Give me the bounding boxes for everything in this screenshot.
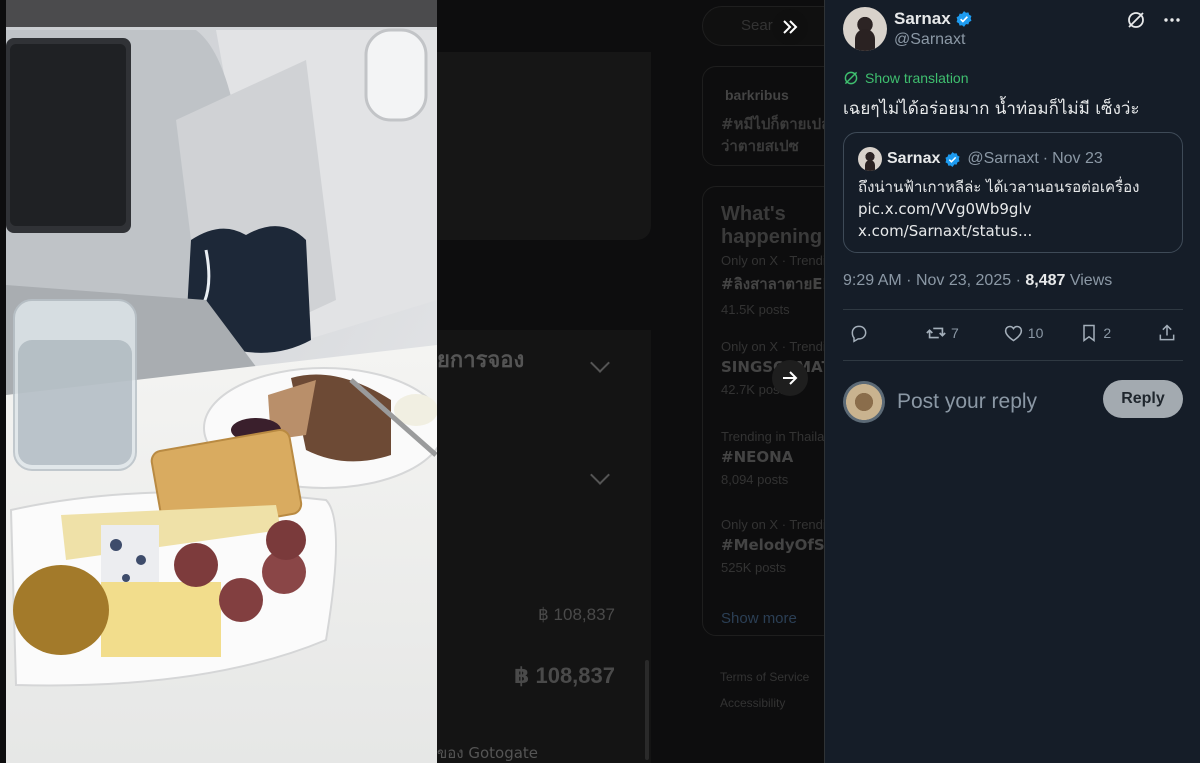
like-action[interactable]: 10 — [1003, 323, 1044, 344]
verified-badge-icon — [945, 151, 960, 167]
quoted-link[interactable]: x.com/Sarnaxt/status... — [858, 220, 1139, 242]
quoted-handle: @Sarnaxt — [967, 150, 1039, 167]
post-actions: 7 10 2 — [843, 322, 1183, 344]
post-date[interactable]: Nov 23, 2025 — [916, 272, 1011, 289]
booking-total-price: ฿ 108,837 — [514, 663, 615, 688]
background-post-line: #หมีไปก็ตายเปล่า — [721, 115, 824, 133]
trend-name: #NEONA — [721, 448, 794, 466]
gotogate-text: ของ Gotogate — [437, 744, 539, 762]
author-handle: @Sarnaxt — [894, 31, 966, 48]
reply-input[interactable]: Post your reply — [897, 390, 1037, 414]
show-translation-label: Show translation — [865, 70, 969, 86]
booking-price: ฿ 108,837 — [538, 605, 615, 624]
trends-heading: What's happening — [721, 203, 823, 248]
background-card — [437, 52, 651, 240]
quoted-post[interactable]: Sarnax @Sarnaxt · Nov 23 ถึงน่านฟ้าเกาหล… — [843, 132, 1183, 253]
post-detail-panel: Sarnax @Sarnaxt Show translation เฉยๆไม่… — [824, 0, 1200, 763]
trend-posts: 41.5K posts — [721, 302, 790, 317]
separator-dot: · — [906, 272, 916, 289]
airline-meal-photo — [6, 0, 437, 763]
media-viewer: ยการจอง ฿ 108,837 ฿ 108,837 ของ Gotogate… — [0, 0, 1200, 763]
post-photo[interactable] — [6, 0, 437, 763]
post-author: Sarnax @Sarnaxt — [843, 7, 973, 51]
reply-composer: Post your reply Reply — [843, 380, 1183, 424]
trend-context: Only on X · Trending — [721, 339, 824, 354]
quoted-date: Nov 23 — [1052, 150, 1103, 167]
expand-button[interactable] — [772, 9, 808, 45]
display-name[interactable]: Sarnax — [894, 8, 973, 30]
display-name-text: Sarnax — [894, 9, 951, 28]
background-post-text: #หมีไปก็ตายเปล่า ว่าตายสเปซ — [721, 113, 824, 157]
scrollbar — [645, 660, 649, 760]
bookmark-count: 2 — [1103, 325, 1112, 341]
background-post-line: ว่าตายสเปซ — [721, 137, 799, 155]
trend-item: Trending in Thailand #NEONA 8,094 posts — [721, 429, 824, 487]
avatar[interactable] — [843, 7, 887, 51]
repost-count: 7 — [951, 325, 959, 341]
grok-icon[interactable] — [1126, 10, 1146, 30]
share-icon — [1159, 324, 1175, 341]
heart-icon — [1004, 325, 1022, 341]
trends-panel: What's happening Only on X · Trending #ล… — [702, 186, 824, 636]
background-post: barkribus #หมีไปก็ตายเปล่า ว่าตายสเปซ — [702, 66, 824, 166]
repost-icon — [926, 327, 946, 339]
reply-button[interactable]: Reply — [1103, 380, 1183, 418]
separator-dot: · — [1015, 272, 1026, 289]
divider — [843, 309, 1183, 310]
trend-context: Trending in Thailand — [721, 429, 824, 444]
background-booking-panel: ยการจอง ฿ 108,837 ฿ 108,837 — [437, 330, 651, 763]
avatar — [858, 147, 882, 171]
footer-link: Accessibility — [720, 696, 786, 710]
double-chevron-right-icon — [783, 20, 798, 34]
reply-icon — [851, 325, 867, 343]
repost-action[interactable]: 7 — [925, 322, 959, 344]
post-time[interactable]: 9:29 AM — [843, 272, 902, 289]
show-translation-link[interactable]: Show translation — [843, 70, 969, 86]
chevron-down-icon — [590, 353, 610, 373]
booking-title: ยการจอง — [437, 348, 525, 373]
divider — [843, 360, 1183, 361]
more-options-icon[interactable] — [1162, 10, 1182, 30]
trend-name: #ลิงสาลาตายEP — [721, 275, 824, 293]
like-count: 10 — [1027, 325, 1044, 341]
author-names: Sarnax @Sarnaxt — [894, 8, 973, 50]
bookmark-action[interactable]: 2 — [1079, 323, 1111, 343]
arrow-right-icon — [783, 371, 798, 385]
quoted-link[interactable]: pic.x.com/VVg0Wb9glv — [858, 198, 1139, 220]
post-meta: 9:29 AM · Nov 23, 2025 · 8,487 Views — [843, 272, 1112, 290]
reply-action[interactable] — [849, 323, 869, 343]
verified-badge-icon — [956, 11, 972, 27]
chevron-down-icon — [590, 465, 610, 485]
footer-link: Terms of Service — [720, 670, 810, 684]
background-post-user: barkribus — [725, 87, 789, 103]
views-count: 8,487 — [1025, 272, 1066, 289]
trend-item: Only on X · Trending #ลิงสาลาตายEP 41.5K… — [721, 253, 824, 317]
trend-item: Only on X · Trending #MelodyOfSoul 525K … — [721, 517, 824, 575]
bookmark-icon — [1083, 324, 1096, 342]
quoted-post-header: Sarnax @Sarnaxt · Nov 23 — [858, 147, 1103, 171]
trend-item: Only on X · Trending SINGSOYMATA 42.7K p… — [721, 339, 824, 397]
trend-posts: 525K posts — [721, 560, 787, 575]
top-actions — [1126, 10, 1182, 30]
trend-context: Only on X · Trending — [721, 517, 824, 532]
trend-context: Only on X · Trending — [721, 253, 824, 268]
translate-icon — [844, 71, 858, 85]
avatar — [843, 381, 885, 423]
next-image-button[interactable] — [772, 360, 808, 396]
post-text: เฉยๆไม่ได้อร่อยมาก น้ำท่อมก็ไม่มี เซ็งว่… — [843, 99, 1140, 119]
views-label: Views — [1069, 272, 1113, 289]
separator-dot: · — [1042, 150, 1049, 167]
trend-posts: 8,094 posts — [721, 472, 789, 487]
quoted-body: ถึงน่านฟ้าเกาหลีล่ะ ได้เวลานอนรอต่อเครื่… — [858, 176, 1139, 242]
trend-name: #MelodyOfSoul — [721, 536, 824, 554]
share-action[interactable] — [1157, 323, 1177, 343]
show-more-link: Show more — [721, 610, 797, 627]
quoted-display-name: Sarnax — [887, 150, 941, 167]
quoted-text: ถึงน่านฟ้าเกาหลีล่ะ ได้เวลานอนรอต่อเครื่… — [858, 178, 1140, 196]
